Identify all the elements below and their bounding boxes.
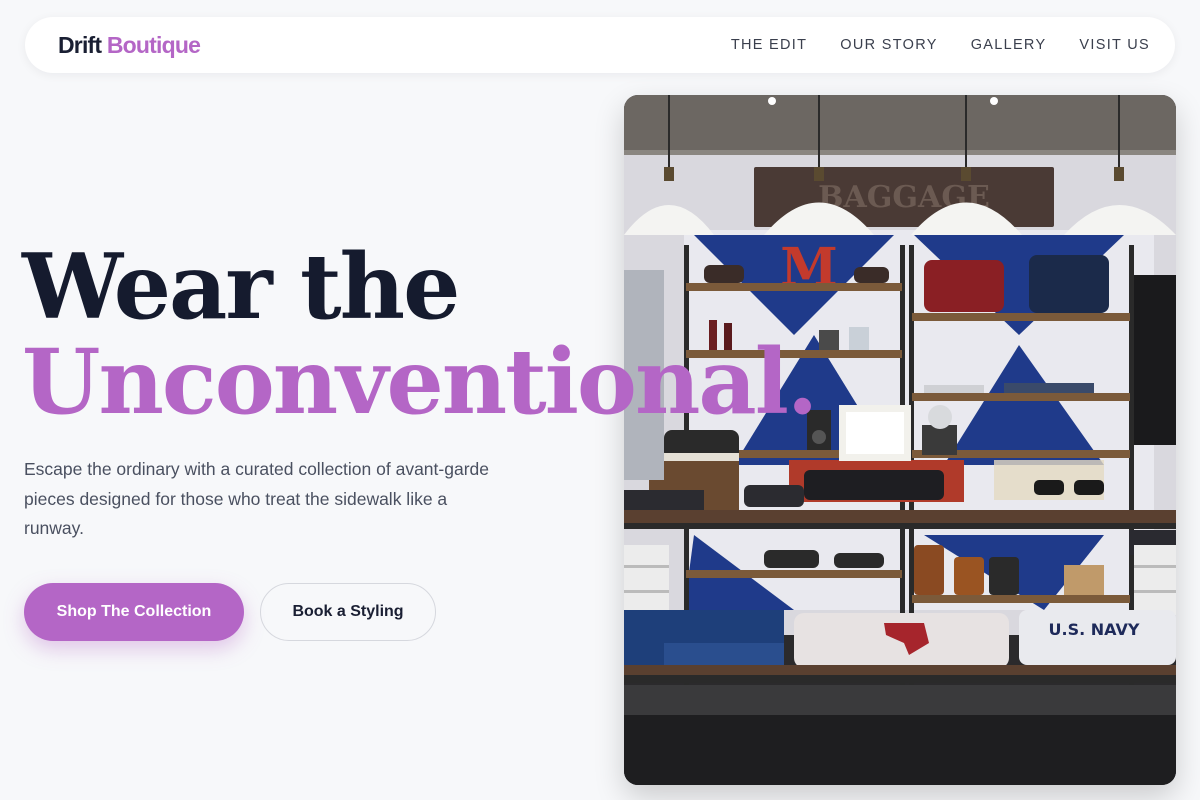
nav-link-gallery[interactable]: GALLERY	[971, 37, 1047, 53]
hero-subtext: Escape the ordinary with a curated colle…	[24, 459, 489, 538]
nav-link-visit-us[interactable]: VISIT US	[1079, 37, 1150, 53]
brand-logo[interactable]: Drift Boutique	[58, 31, 201, 59]
navy-tag-text: U.S. NAVY	[1049, 620, 1140, 639]
top-navbar: Drift Boutique THE EDIT OUR STORY GALLER…	[25, 17, 1175, 73]
shop-collection-button[interactable]: Shop The Collection	[24, 583, 244, 641]
book-styling-button[interactable]: Book a Styling	[260, 583, 436, 641]
nav-links: THE EDIT OUR STORY GALLERY VISIT US	[731, 37, 1150, 53]
logo-main-text: Drift	[58, 31, 102, 58]
logo-accent-text: Boutique	[106, 31, 201, 58]
headline-line-2: Unconventional.	[22, 329, 818, 435]
nav-link-our-story[interactable]: OUR STORY	[840, 37, 937, 53]
nav-link-the-edit[interactable]: THE EDIT	[731, 37, 807, 53]
headline-line-1: Wear the	[22, 234, 460, 340]
hero-headline: Wear the Unconventional.	[22, 234, 818, 435]
hero-store-photo: BAGGAGE M U.S. NAVY	[624, 95, 1176, 785]
